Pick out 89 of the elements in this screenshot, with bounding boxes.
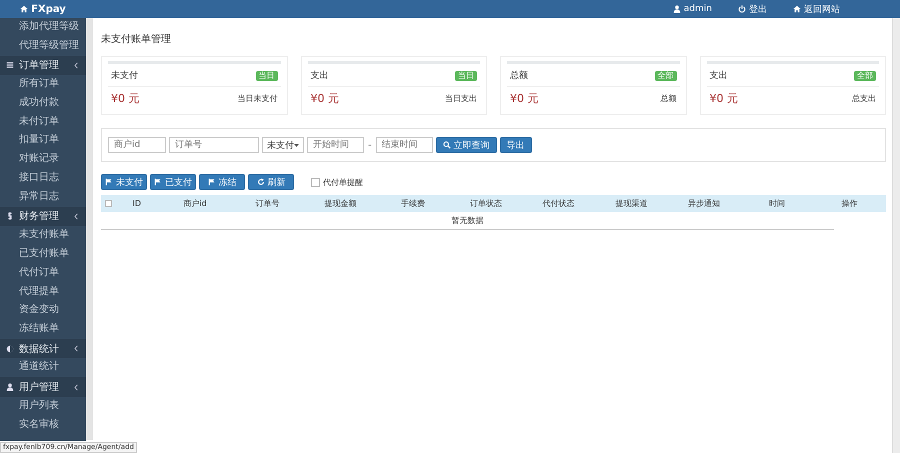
card-note: 当日未支付 — [238, 93, 278, 104]
start-time-field[interactable]: 开始时间 — [307, 137, 364, 153]
toolbar-button[interactable]: 已支付 — [150, 174, 196, 190]
sidebar-item[interactable]: 添加代理等级 — [0, 18, 86, 37]
merchant-id-field[interactable]: 商户id — [108, 137, 166, 153]
range-separator: - — [367, 140, 373, 150]
amount-value: ¥0 元 — [510, 91, 538, 106]
card-note: 当日支出 — [445, 93, 477, 104]
toolbar-button[interactable]: 未支付 — [101, 174, 147, 190]
period-badge: 全部 — [854, 70, 876, 80]
caret-icon — [74, 62, 78, 69]
flag-icon — [208, 178, 216, 186]
toolbar-button[interactable]: 冻结 — [199, 174, 245, 190]
sidebar-item[interactable]: 未支付账单 — [0, 226, 86, 245]
home-icon — [20, 5, 28, 13]
sidebar-item[interactable]: 未付订单 — [0, 112, 86, 132]
toolbar-button[interactable]: 刷新 — [248, 174, 294, 190]
export-button[interactable]: 导出 — [500, 137, 532, 153]
column-header: 操作 — [840, 198, 859, 209]
sidebar-item[interactable]: 代理提单 — [0, 282, 86, 302]
menu-group-icon — [6, 383, 14, 391]
caret-icon — [74, 345, 78, 352]
card-note: 总支出 — [852, 93, 876, 104]
sidebar-item[interactable]: 实名审核 — [0, 416, 86, 434]
column-header: 提现渠道 — [614, 198, 648, 209]
select-all-checkbox[interactable] — [104, 200, 112, 207]
refresh-icon — [256, 178, 264, 186]
sidebar-item[interactable]: 已支付账单 — [0, 244, 86, 264]
scrollbar[interactable] — [86, 18, 93, 440]
search-icon — [442, 141, 451, 149]
column-header: 提现金额 — [323, 198, 358, 209]
sidebar-item[interactable]: 成功付款 — [0, 94, 86, 113]
user-icon — [672, 5, 681, 13]
column-header: 订单号 — [254, 198, 281, 209]
card-title: 总额 — [510, 70, 528, 82]
flag-icon — [105, 178, 113, 186]
menu-group-icon — [6, 61, 14, 70]
sidebar-group[interactable]: 数据统计 — [0, 338, 86, 358]
order-number-field[interactable]: 订单号 — [169, 137, 259, 153]
column-header: 订单状态 — [468, 198, 503, 209]
column-header: ID — [132, 199, 142, 208]
reminder-checkbox[interactable]: 代付单提醒 — [311, 176, 363, 188]
page-title: 未支付账单管理 — [101, 32, 172, 46]
period-badge: 当日 — [455, 70, 477, 80]
menu-group-icon — [6, 212, 14, 220]
amount-value: ¥0 元 — [310, 91, 339, 106]
sidebar-item[interactable]: 代付订单 — [0, 264, 86, 283]
card-note: 总额 — [660, 93, 676, 104]
sidebar-item[interactable]: 扣量订单 — [0, 131, 86, 150]
sidebar-item[interactable]: 资金变动 — [0, 301, 86, 320]
sidebar-item[interactable]: 接口日志 — [0, 169, 86, 188]
sidebar-item[interactable]: 通道统计 — [0, 358, 86, 378]
scrollbar[interactable] — [892, 18, 900, 453]
column-header: 异步通知 — [687, 198, 722, 209]
power-icon — [738, 5, 746, 13]
column-header: 代付状态 — [542, 198, 576, 209]
period-badge: 全部 — [654, 70, 676, 80]
sidebar-item[interactable]: 冻结账单 — [0, 320, 86, 339]
home-icon — [793, 5, 801, 13]
column-header: 手续费 — [400, 198, 426, 209]
card-title: 支出 — [310, 70, 328, 82]
card-title: 未支付 — [111, 70, 138, 82]
search-button[interactable]: 立即查询 — [436, 137, 497, 153]
column-header: 商户id — [182, 198, 208, 209]
status-select[interactable]: 未支付 — [262, 137, 304, 153]
empty-message: 暂无数据 — [452, 216, 484, 225]
caret-icon — [74, 212, 78, 220]
end-time-field[interactable]: 结束时间 — [376, 137, 433, 153]
menu-group-icon — [6, 344, 14, 353]
sidebar-item[interactable]: 代理等级管理 — [0, 36, 86, 56]
nav-link[interactable]: admin — [672, 2, 712, 16]
card-title: 支出 — [710, 70, 728, 82]
sidebar-item[interactable]: 对账记录 — [0, 150, 86, 170]
sidebar-item[interactable]: 用户列表 — [0, 396, 86, 416]
column-header: 时间 — [768, 198, 786, 209]
flag-icon — [154, 178, 162, 186]
dropdown-icon — [294, 144, 299, 146]
sidebar-group[interactable]: 用户管理 — [0, 377, 86, 397]
sidebar-group[interactable]: 财务管理 — [0, 206, 86, 226]
nav-link[interactable]: 登出 — [738, 2, 767, 16]
amount-value: ¥0 元 — [111, 91, 140, 106]
nav-link[interactable]: 返回网站 — [793, 2, 840, 16]
caret-icon — [74, 384, 78, 390]
brand-link[interactable]: FXpay — [0, 4, 86, 14]
sidebar-item[interactable]: 异常日志 — [0, 188, 86, 207]
sidebar-group[interactable]: 订单管理 — [0, 56, 86, 76]
amount-value: ¥0 元 — [710, 91, 738, 106]
sidebar-item[interactable]: 所有订单 — [0, 75, 86, 94]
period-badge: 当日 — [256, 70, 278, 80]
